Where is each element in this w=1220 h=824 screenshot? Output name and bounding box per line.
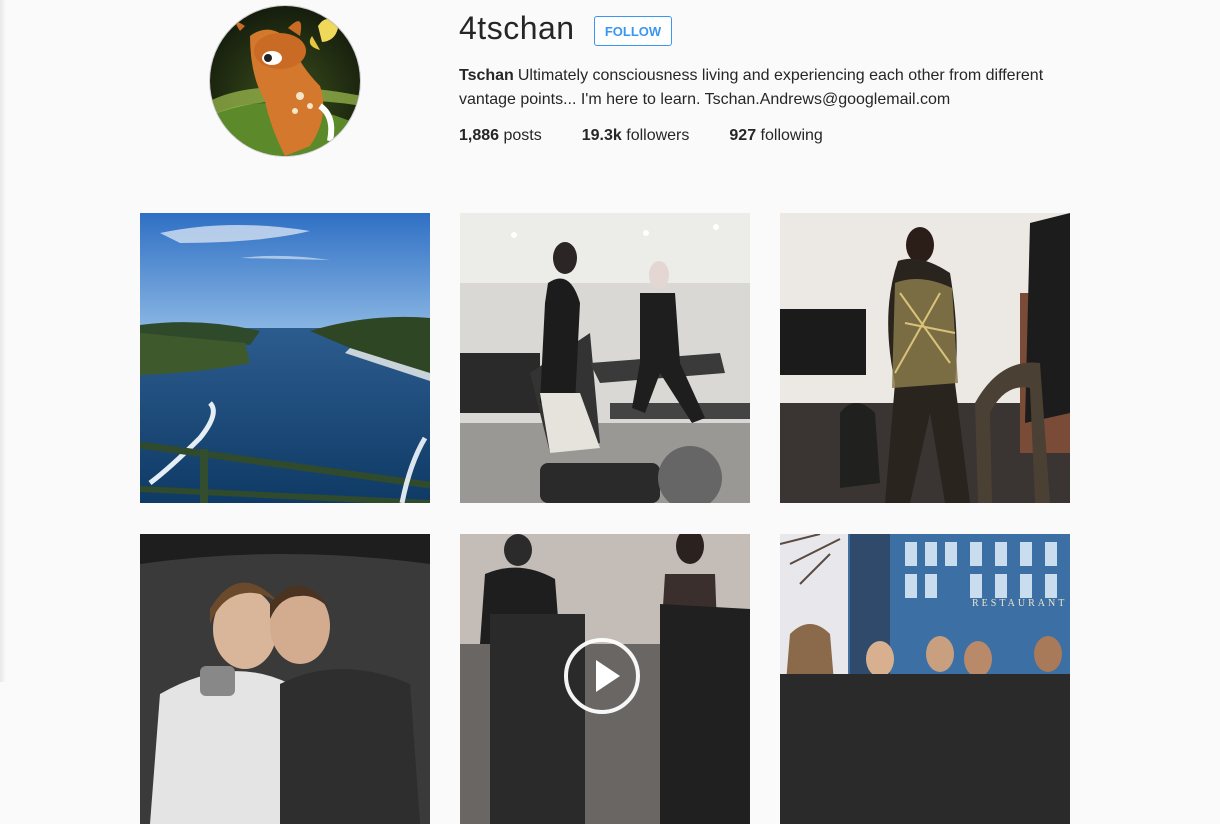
profile-bio: Tschan Ultimately consciousness living an… [459, 64, 1079, 112]
post-tile-friends[interactable] [140, 534, 430, 824]
post-tile-street[interactable]: RESTAURANT [780, 534, 1070, 824]
post-tile-lake[interactable] [140, 213, 430, 503]
profile-stats: 1,886 posts 19.3k followers 927 followin… [459, 127, 863, 145]
following-stat[interactable]: 927 following [729, 127, 822, 145]
follow-button[interactable]: FOLLOW [594, 16, 672, 46]
posts-label: posts [503, 127, 542, 144]
restaurant-sign: RESTAURANT [972, 598, 1067, 609]
following-count: 927 [729, 127, 757, 144]
profile-avatar[interactable] [209, 5, 361, 157]
video-play-icon[interactable] [564, 638, 640, 714]
post-tile-gym[interactable] [460, 213, 750, 503]
followers-stat[interactable]: 19.3k followers [582, 127, 690, 145]
posts-stat: 1,886 posts [459, 127, 542, 145]
window-edge [0, 0, 6, 682]
followers-label: followers [626, 127, 690, 144]
following-label: following [760, 127, 823, 144]
profile-username: 4tschan [459, 10, 575, 46]
profile-bio-text: Ultimately consciousness living and expe… [459, 67, 1044, 108]
post-tile-model[interactable] [780, 213, 1070, 503]
followers-count: 19.3k [581, 127, 622, 144]
post-tile-video[interactable] [460, 534, 750, 824]
profile-full-name: Tschan [459, 67, 514, 84]
posts-count: 1,886 [459, 127, 500, 144]
